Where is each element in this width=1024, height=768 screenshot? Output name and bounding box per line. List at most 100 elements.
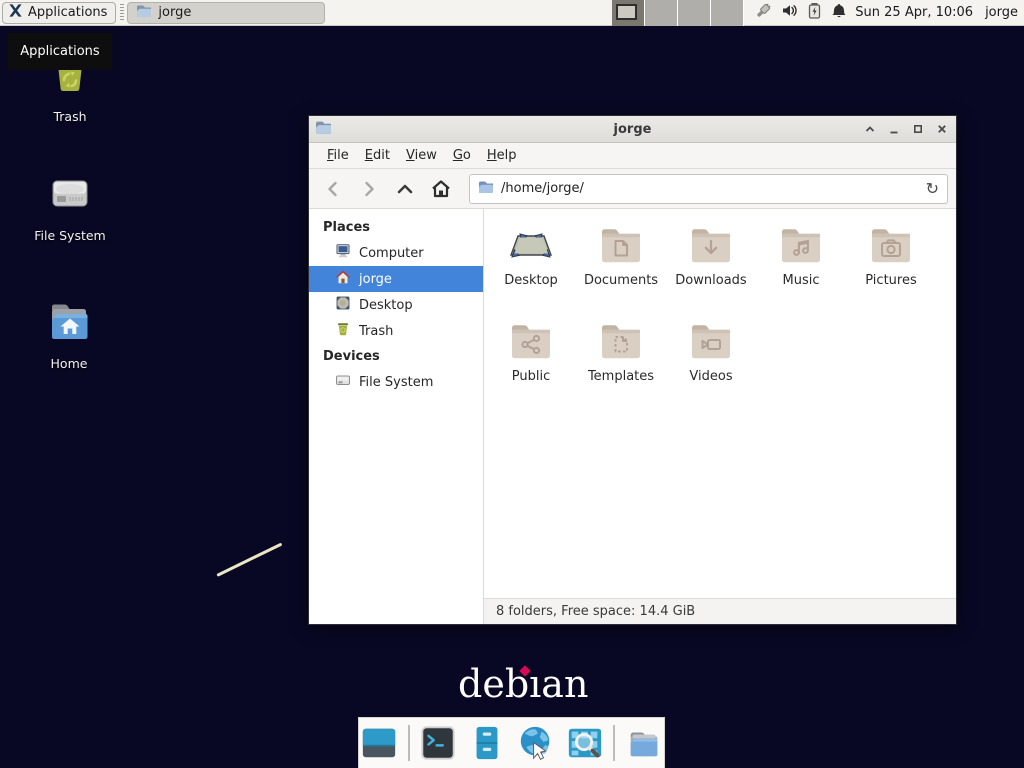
app-finder-icon[interactable] [565, 723, 605, 763]
reload-icon[interactable]: ↻ [926, 181, 939, 197]
dock-separator [613, 725, 615, 761]
file-manager-icon[interactable] [467, 723, 507, 763]
hard-drive-icon [335, 372, 351, 392]
workspace-3[interactable] [678, 0, 711, 26]
file-item-pictures[interactable]: Pictures [846, 223, 936, 288]
home-icon[interactable] [425, 174, 457, 204]
desktop-folder-icon [486, 223, 576, 271]
applications-tooltip: Applications [8, 33, 112, 70]
debian-logo-text: ı [529, 662, 541, 706]
system-tray [754, 2, 847, 24]
pathbar-path[interactable]: /home/jorge/ [501, 181, 919, 196]
file-item-documents[interactable]: Documents [576, 223, 666, 288]
home-icon [335, 269, 351, 289]
desktop-icon-home[interactable]: Home [14, 298, 124, 371]
window-title: jorge [309, 122, 956, 137]
menu-edit[interactable]: Edit [357, 144, 398, 167]
file-item-templates[interactable]: Templates [576, 319, 666, 384]
workspace-2[interactable] [645, 0, 678, 26]
file-item-label: Pictures [846, 273, 936, 288]
dock-separator [408, 725, 410, 761]
desktop-icon [335, 295, 351, 315]
notifications-bell-icon[interactable] [831, 2, 847, 23]
xfce-logo-icon [8, 3, 23, 22]
home-folder-icon [14, 298, 124, 352]
panel-username: jorge [985, 5, 1018, 20]
desktop-icon-filesystem[interactable]: File System [15, 168, 125, 243]
workspace-window-miniature [616, 4, 637, 20]
taskbar-window-button[interactable]: jorge [127, 2, 325, 24]
file-item-desktop[interactable]: Desktop [486, 223, 576, 288]
applications-menu-label: Applications [28, 5, 107, 20]
debian-logo: debıan [458, 662, 588, 706]
sidebar-item-jorge[interactable]: jorge [309, 266, 483, 292]
pictures-folder-icon [846, 223, 936, 271]
web-browser-icon[interactable] [516, 723, 556, 763]
folder-icon[interactable] [624, 723, 664, 763]
menu-help[interactable]: Help [479, 144, 525, 167]
status-text: 8 folders, Free space: 14.4 GiB [496, 604, 695, 619]
menu-view[interactable]: View [398, 144, 445, 167]
hard-drive-icon [15, 168, 125, 224]
panel-handle[interactable] [119, 4, 124, 22]
trash-icon [335, 321, 351, 341]
sidebar-header-devices: Devices [309, 344, 483, 369]
desktop-icon-label: Trash [15, 109, 125, 124]
workspace-1[interactable] [612, 0, 645, 26]
volume-icon[interactable] [781, 2, 798, 23]
file-item-label: Music [756, 273, 846, 288]
public-folder-icon [486, 319, 576, 367]
tooltip-text: Applications [20, 44, 99, 59]
file-item-label: Public [486, 369, 576, 384]
sidebar: Places Computer jorge Desktop [309, 209, 484, 624]
panel-clock[interactable]: Sun 25 Apr, 10:06 [855, 5, 973, 20]
forward-icon[interactable] [353, 174, 385, 204]
file-pane: Desktop Documents Downloads [484, 209, 956, 624]
pathbar[interactable]: /home/jorge/ ↻ [469, 174, 948, 204]
back-icon[interactable] [317, 174, 349, 204]
file-item-label: Templates [576, 369, 666, 384]
debian-logo-text: an [541, 662, 588, 706]
file-item-videos[interactable]: Videos [666, 319, 756, 384]
sidebar-item-computer[interactable]: Computer [309, 240, 483, 266]
battery-charging-icon[interactable] [807, 2, 822, 23]
close-icon[interactable] [934, 121, 950, 137]
debian-logo-text: deb [458, 662, 529, 706]
show-desktop-icon[interactable] [359, 723, 399, 763]
computer-icon [335, 243, 351, 263]
pathbar-folder-icon [478, 179, 494, 199]
shade-icon[interactable] [862, 121, 878, 137]
minimize-icon[interactable] [886, 121, 902, 137]
status-bar: 8 folders, Free space: 14.4 GiB [484, 598, 956, 624]
desktop-icon-label: Home [14, 356, 124, 371]
terminal-icon[interactable] [419, 723, 459, 763]
file-manager-window: jorge File Edit View Go Help [308, 115, 957, 625]
toolbar: /home/jorge/ ↻ [309, 169, 956, 209]
templates-folder-icon [576, 319, 666, 367]
file-item-label: Downloads [666, 273, 756, 288]
workspace-pager[interactable] [612, 0, 744, 26]
taskbar-window-label: jorge [158, 5, 191, 20]
sidebar-item-desktop[interactable]: Desktop [309, 292, 483, 318]
window-titlebar[interactable]: jorge [309, 116, 956, 143]
up-icon[interactable] [389, 174, 421, 204]
file-item-public[interactable]: Public [486, 319, 576, 384]
top-panel: Applications jorge Sun 25 Apr, 10:06 jor… [0, 0, 1024, 26]
videos-folder-icon [666, 319, 756, 367]
sidebar-item-filesystem[interactable]: File System [309, 369, 483, 395]
file-item-label: Documents [576, 273, 666, 288]
file-item-music[interactable]: Music [756, 223, 846, 288]
sidebar-item-trash[interactable]: Trash [309, 318, 483, 344]
sidebar-item-label: jorge [359, 272, 392, 287]
menu-go[interactable]: Go [445, 144, 479, 167]
file-item-downloads[interactable]: Downloads [666, 223, 756, 288]
file-grid[interactable]: Desktop Documents Downloads [484, 209, 956, 598]
maximize-icon[interactable] [910, 121, 926, 137]
sidebar-item-label: Computer [359, 246, 424, 261]
desktop[interactable]: { "panel": { "applications_label": "Appl… [0, 0, 1024, 768]
network-icon[interactable] [754, 2, 772, 24]
workspace-4[interactable] [711, 0, 744, 26]
menu-file[interactable]: File [319, 144, 357, 167]
file-item-label: Desktop [486, 273, 576, 288]
applications-menu-button[interactable]: Applications [2, 2, 116, 24]
